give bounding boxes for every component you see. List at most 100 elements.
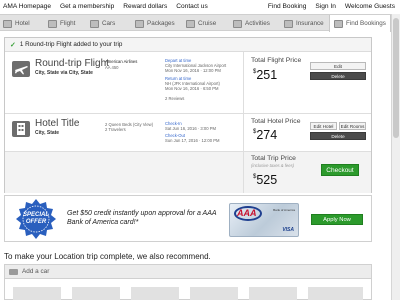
- guest-count: 2 Travelers: [105, 127, 126, 132]
- tab-cars-label: Cars: [102, 20, 116, 27]
- tab-packages[interactable]: Packages: [135, 15, 175, 32]
- checkmark-icon: ✓: [10, 41, 16, 49]
- building-icon: [12, 121, 30, 137]
- car-icon: [90, 19, 99, 28]
- welcome-text: Welcome Guests: [344, 3, 395, 10]
- tab-hotel-label: Hotel: [15, 20, 30, 27]
- hotel-icon: [3, 19, 12, 28]
- delete-flight-button[interactable]: Delete: [310, 72, 366, 80]
- card-network: VISA: [282, 227, 294, 233]
- total-price-label: Total Trip Price: [251, 155, 296, 162]
- tab-hotel[interactable]: Hotel: [3, 15, 30, 32]
- tab-find-bookings[interactable]: Find Bookings: [329, 15, 391, 32]
- card-bank: Bank of America: [273, 208, 295, 212]
- nav-link-contact-us[interactable]: Contact us: [176, 3, 208, 10]
- car-option-placeholder[interactable]: [131, 287, 179, 300]
- hotel-price: $274: [253, 128, 277, 142]
- car-options: [4, 279, 372, 300]
- search-icon: [334, 19, 343, 28]
- edit-flight-button[interactable]: Edit: [310, 62, 366, 70]
- delete-hotel-button[interactable]: Delete: [310, 132, 366, 140]
- apply-now-button[interactable]: Apply Now: [311, 214, 363, 225]
- top-nav: AMA Homepage Get a membership Reward dol…: [0, 0, 400, 13]
- package-icon: [135, 19, 144, 28]
- card-promo-banner: SPECIAL OFFER Get $50 credit instantly u…: [4, 195, 372, 242]
- edit-rooms-button[interactable]: Edit Rooms: [339, 122, 366, 130]
- tab-flight[interactable]: Flight: [48, 15, 75, 32]
- flight-price-label: Total Flight Price: [251, 57, 302, 64]
- hotel-row: Hotel Title City, State 2 Queen Beds (Ci…: [5, 114, 371, 152]
- nav-link-ama-homepage[interactable]: AMA Homepage: [3, 3, 51, 10]
- tab-cruise-label: Cruise: [198, 20, 217, 27]
- flight-route: City, State via City, State: [35, 70, 93, 76]
- add-car-bar[interactable]: Add a car: [4, 264, 372, 279]
- plane-icon: [48, 19, 57, 28]
- flight-row: Round-trip Flight City, State via City, …: [5, 52, 371, 114]
- hotel-price-label: Total Hotel Price: [251, 118, 301, 125]
- nav-link-get-membership[interactable]: Get a membership: [60, 3, 114, 10]
- edit-hotel-button[interactable]: Edit Hotel: [310, 122, 337, 130]
- add-car-label: Add a car: [22, 268, 50, 275]
- badge-line-2: OFFER: [25, 219, 47, 225]
- plane-icon: [12, 61, 30, 77]
- flight-price: $251: [253, 68, 277, 82]
- tab-flight-label: Flight: [60, 20, 76, 27]
- tab-cruise[interactable]: Cruise: [186, 15, 216, 32]
- recommend-heading: To make your Location trip complete, we …: [4, 252, 211, 261]
- checkout-date: Sun Jun 17, 2016 · 12:00 PM: [165, 138, 220, 143]
- divider: [243, 152, 244, 193]
- tab-find-bookings-label: Find Bookings: [346, 20, 386, 27]
- return-datetime: Mon Nov 16, 2016 · 6:50 PM: [165, 86, 219, 91]
- tab-cars[interactable]: Cars: [90, 15, 115, 32]
- nav-link-find-booking[interactable]: Find Booking: [268, 3, 307, 10]
- tab-insurance[interactable]: Insurance: [284, 15, 324, 32]
- total-price-value: 525: [256, 173, 278, 187]
- banner-text: 1 Round-trip Flight added to your trip: [19, 41, 123, 48]
- nav-link-reward-dollars[interactable]: Reward dollars: [123, 3, 167, 10]
- total-price: $525: [253, 173, 277, 187]
- trip-total-row: Total Trip Price (inclusive taxes & fees…: [5, 152, 371, 193]
- tab-activities[interactable]: Activities: [233, 15, 270, 32]
- flight-title: Round-trip Flight: [35, 58, 109, 69]
- special-offer-badge: SPECIAL OFFER: [15, 199, 57, 239]
- scrollbar[interactable]: [391, 14, 400, 300]
- tab-packages-label: Packages: [147, 20, 175, 27]
- depart-datetime: Mon Nov 16, 2016 · 12:00 PM: [165, 68, 221, 73]
- ship-icon: [186, 19, 195, 28]
- divider: [243, 52, 244, 114]
- checkin-date: Sat Jun 16, 2016 · 3:00 PM: [165, 126, 216, 131]
- currency-symbol: $: [253, 69, 257, 75]
- car-icon: [9, 268, 18, 275]
- added-to-trip-banner: ✓ 1 Round-trip Flight added to your trip: [5, 38, 371, 52]
- promo-text: Get $50 credit instantly upon approval f…: [67, 210, 217, 226]
- umbrella-icon: [284, 19, 293, 28]
- badge-line-1: SPECIAL: [22, 212, 49, 218]
- flight-number: AA 450: [105, 65, 119, 70]
- activity-icon: [233, 19, 242, 28]
- checkout-button[interactable]: Checkout: [321, 164, 359, 176]
- hotel-price-value: 274: [256, 128, 278, 142]
- tab-insurance-label: Insurance: [296, 20, 324, 27]
- booking-tab-bar: Hotel Flight Cars Packages Cruise Activi…: [0, 14, 400, 32]
- total-price-note: (inclusive taxes & fees): [251, 163, 295, 168]
- card-brand: AAA: [237, 208, 257, 218]
- badge-text: SPECIAL OFFER: [15, 212, 57, 226]
- trip-cart-panel: ✓ 1 Round-trip Flight added to your trip…: [4, 37, 372, 193]
- hotel-title: Hotel Title: [35, 118, 80, 129]
- nav-link-sign-in[interactable]: Sign In: [315, 3, 336, 10]
- airline-name: American Airlines: [105, 59, 138, 64]
- car-option-placeholder[interactable]: [308, 287, 363, 300]
- car-option-placeholder[interactable]: [72, 287, 120, 300]
- divider: [243, 114, 244, 152]
- car-option-placeholder[interactable]: [249, 287, 297, 300]
- car-option-placeholder[interactable]: [13, 287, 61, 300]
- currency-symbol: $: [253, 174, 257, 180]
- tab-activities-label: Activities: [245, 20, 270, 27]
- currency-symbol: $: [253, 129, 257, 135]
- flight-reviews: 2 Reviews: [165, 96, 185, 101]
- credit-card-image: AAA Bank of America VISA: [229, 203, 299, 237]
- flight-price-value: 251: [256, 68, 278, 82]
- hotel-location: City, State: [35, 130, 60, 136]
- car-option-placeholder[interactable]: [190, 287, 238, 300]
- scrollbar-thumb[interactable]: [393, 18, 399, 138]
